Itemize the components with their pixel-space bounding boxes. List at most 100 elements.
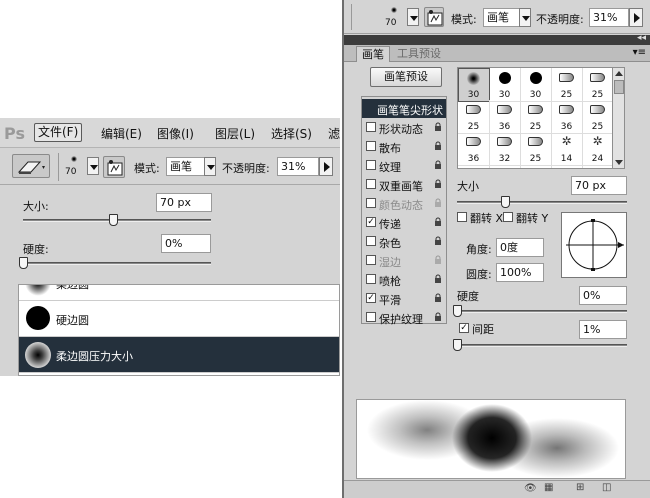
popup-size-field[interactable]: 70 px [156,193,212,212]
brush-tip-cell[interactable]: ✲ [458,164,490,168]
brush-tip-cell[interactable]: 25 [520,132,552,166]
brush-tip-cell[interactable]: 25 [551,68,583,102]
mode-dropdown-arrow[interactable] [519,8,531,27]
brush-option-row[interactable]: 画笔笔尖形状 [362,99,446,118]
size-slider-track[interactable] [457,201,627,204]
eraser-tool-button[interactable] [12,154,50,178]
brush-option-row[interactable]: 喷枪 [362,270,446,289]
brush-tip-cell[interactable]: ✲ [520,164,552,168]
option-checkbox[interactable] [366,198,376,208]
lock-icon[interactable] [434,141,442,150]
menu-image[interactable]: 图像(I) [157,125,194,142]
menu-file[interactable]: 文件(F) [34,123,83,142]
tab-brush[interactable]: 画笔 [356,46,390,62]
lock-icon[interactable] [434,122,442,131]
collapse-panel-icon[interactable]: ◂◂ [637,33,646,43]
brush-option-row[interactable]: 散布 [362,137,446,156]
brush-tip-cell[interactable]: 25 [458,100,490,134]
preset-row-soft-round-pressure[interactable]: 柔边圆压力大小 [19,337,339,373]
lock-icon[interactable] [434,198,442,207]
option-checkbox[interactable] [366,179,376,189]
brush-tip-cell[interactable]: 32 [489,132,521,166]
brush-tip-cell[interactable]: 30 [489,68,521,102]
brush-option-row[interactable]: 颜色动态 [362,194,446,213]
angle-roundness-widget[interactable] [561,212,627,278]
opacity-slider-button[interactable] [629,8,643,27]
lock-icon[interactable] [434,160,442,169]
lock-icon[interactable] [434,217,442,226]
spacing-field[interactable]: 1% [579,320,627,339]
brush-tip-cell[interactable]: ✲ 14 [551,132,583,166]
scroll-thumb[interactable] [614,80,624,94]
lock-icon[interactable] [434,179,442,188]
popup-hardness-slider-thumb[interactable] [19,257,28,269]
brush-size-preview[interactable]: 70 [64,152,84,182]
brush-panel-toggle[interactable] [424,7,444,27]
hardness-slider-thumb[interactable] [453,305,462,317]
brush-panel-toggle[interactable] [103,156,125,178]
spacing-slider-thumb[interactable] [453,339,462,351]
brush-tip-cell[interactable]: 25 [582,100,614,134]
brush-option-row[interactable]: 湿边 [362,251,446,270]
popup-size-slider-thumb[interactable] [109,214,119,226]
mode-dropdown-arrow[interactable] [204,157,216,176]
brush-picker-dropdown[interactable] [87,157,99,175]
brush-tip-cell[interactable]: 36 [489,100,521,134]
spacing-slider-track[interactable] [457,344,627,347]
new-preset-icon[interactable]: ⊞ [576,482,584,493]
scroll-down-icon[interactable] [615,160,623,165]
angle-field[interactable]: 0度 [496,238,544,257]
brush-option-row[interactable]: 保护纹理 [362,308,446,327]
flip-x-checkbox[interactable] [457,212,467,222]
brush-option-row[interactable]: ✓ 平滑 [362,289,446,308]
lock-icon[interactable] [434,236,442,245]
brush-size-preview[interactable]: 70 [384,3,404,33]
brush-tip-cell[interactable]: ✲ [489,164,521,168]
opacity-field[interactable]: 31% [277,157,319,176]
toggle-preview-icon[interactable]: 👁 [524,483,537,494]
menu-edit[interactable]: 编辑(E) [101,125,142,142]
menu-select[interactable]: 选择(S) [271,125,312,142]
brush-tip-cell[interactable]: 36 [551,100,583,134]
preset-row-soft-round[interactable]: 柔边圆 [19,285,339,301]
panel-menu-icon[interactable]: ▾≡ [633,47,646,58]
size-slider-thumb[interactable] [500,196,510,208]
brush-option-row[interactable]: 形状动态 [362,118,446,137]
hardness-field[interactable]: 0% [579,286,627,305]
flip-y-checkbox[interactable] [503,212,513,222]
popup-hardness-slider-track[interactable] [23,262,211,265]
brush-tip-cell[interactable]: 25 [582,68,614,102]
tab-tool-presets[interactable]: 工具预设 [392,46,446,62]
lock-icon[interactable] [434,312,442,321]
menu-filter[interactable]: 滤 [328,125,340,142]
brush-presets-button[interactable]: 画笔预设 [370,67,442,87]
option-checkbox[interactable] [366,255,376,265]
brush-tip-cell[interactable]: ✲ [582,164,614,168]
option-checkbox[interactable]: ✓ [366,217,376,227]
lock-icon[interactable] [434,255,442,264]
size-field[interactable]: 70 px [571,176,627,195]
menu-layer[interactable]: 图层(L) [215,125,255,142]
preset-row-hard-round[interactable]: 硬边圆 [19,301,339,337]
brush-tip-cell[interactable]: 25 [520,100,552,134]
brush-tip-cell[interactable]: ✲ [551,164,583,168]
spacing-checkbox[interactable]: ✓ [459,323,469,333]
brush-picker-dropdown[interactable] [407,8,419,26]
scroll-up-icon[interactable] [615,71,623,76]
roundness-field[interactable]: 100% [496,263,544,282]
option-checkbox[interactable] [366,236,376,246]
lock-icon[interactable] [434,293,442,302]
hardness-slider-track[interactable] [457,310,627,313]
tip-grid-scrollbar[interactable] [612,67,625,169]
brush-option-row[interactable]: 纹理 [362,156,446,175]
grid-view-icon[interactable]: ▦ [544,482,553,493]
opacity-field[interactable]: 31% [589,8,629,27]
option-checkbox[interactable] [366,122,376,132]
opacity-slider-button[interactable] [319,157,333,176]
lock-icon[interactable] [434,274,442,283]
brush-tip-cell[interactable]: 36 [458,132,490,166]
new-brush-icon[interactable]: ◫ [602,482,611,493]
option-checkbox[interactable] [366,141,376,151]
option-checkbox[interactable]: ✓ [366,293,376,303]
brush-tip-cell[interactable]: ✲ 24 [582,132,614,166]
